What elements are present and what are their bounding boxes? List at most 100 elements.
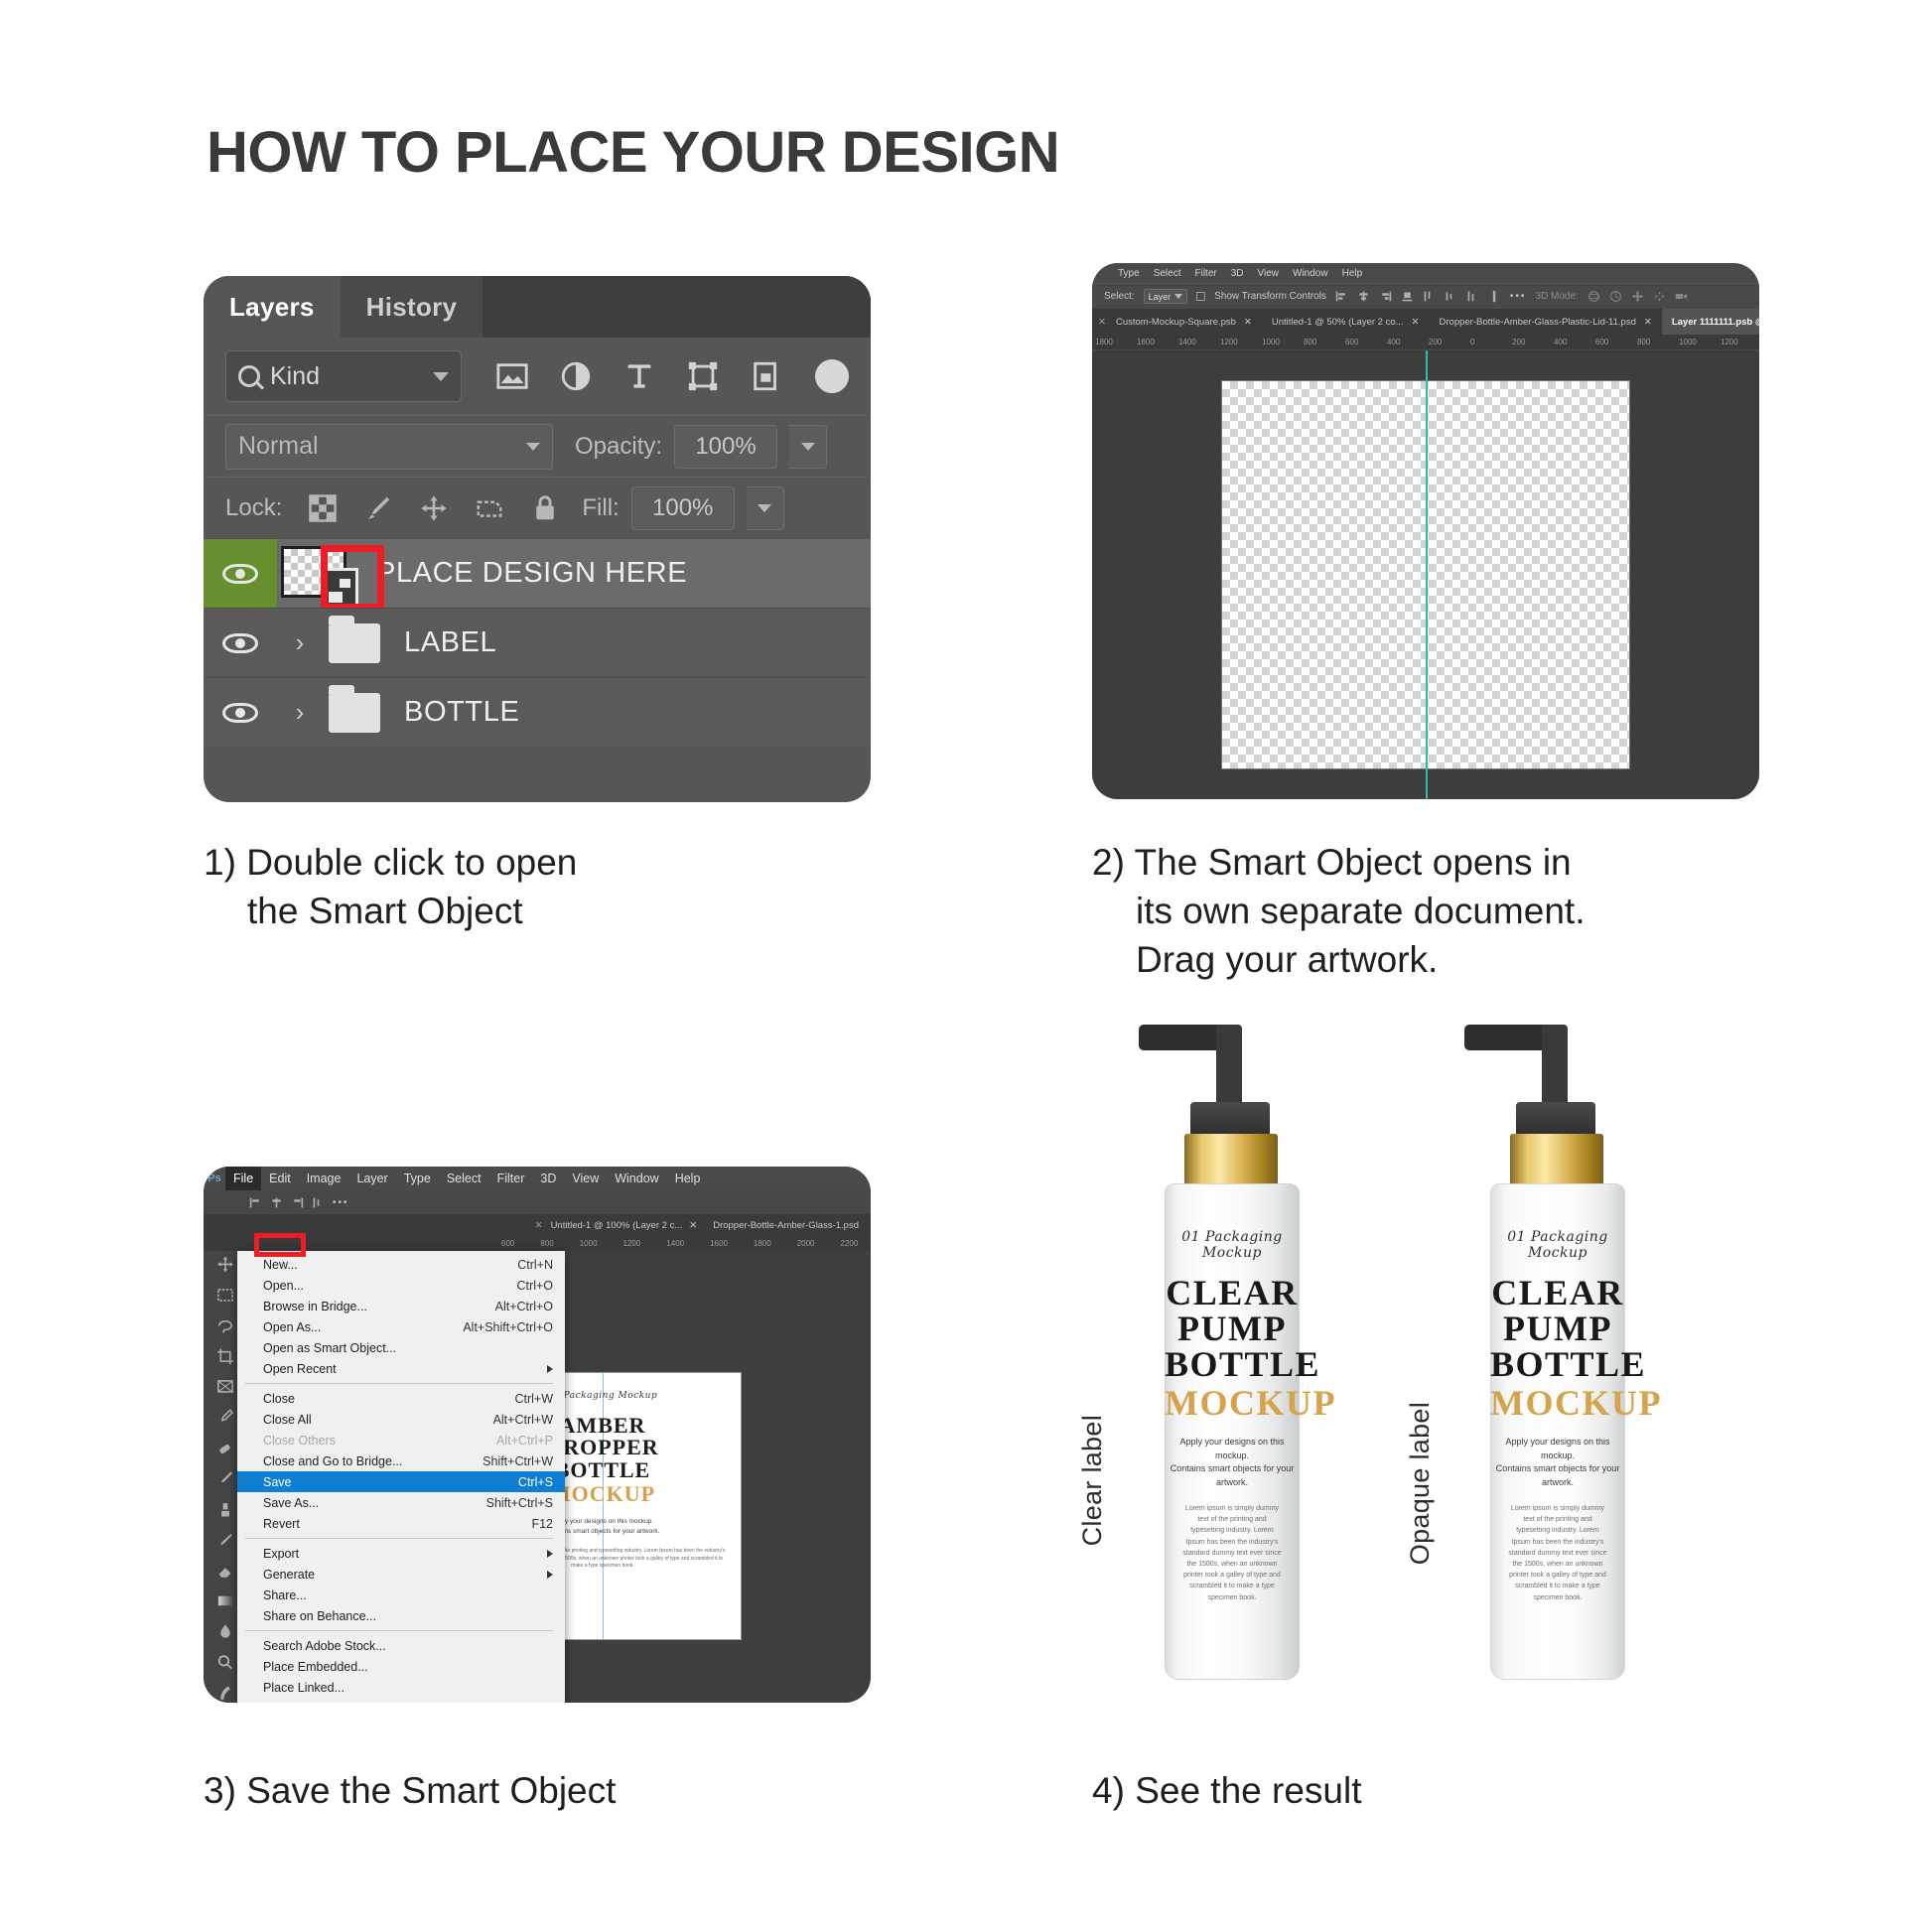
close-icon[interactable]: ✕ [1412,317,1420,328]
document-tab-dropper-bottle[interactable]: Dropper-Bottle-Amber-Glass-Plastic-Lid-1… [1430,309,1662,335]
menu-option-save-as[interactable]: Save As... Shift+Ctrl+S [237,1492,565,1513]
menu-option-revert[interactable]: Revert F12 [237,1513,565,1534]
align-left-icon[interactable] [249,1196,262,1209]
menu-option-share-on-behance[interactable]: Share on Behance... [237,1605,565,1626]
pen-tool-icon[interactable] [215,1684,235,1703]
3d-camera-icon[interactable] [1675,290,1688,303]
table-row[interactable]: PLACE DESIGN HERE [204,538,871,612]
menu-option-save[interactable]: Save Ctrl+S [237,1471,565,1492]
lock-transparent-pixels-icon[interactable] [308,493,338,523]
menu-item-window[interactable]: Window [607,1167,666,1190]
distribute-bottom-icon[interactable] [1466,290,1479,303]
menu-item-help[interactable]: Help [1342,268,1363,279]
menu-item-type[interactable]: Type [1118,268,1140,279]
more-options-icon[interactable]: ••• [333,1197,349,1208]
menu-option-open-as-smart-object[interactable]: Open as Smart Object... [237,1337,565,1358]
smartobject-filter-icon[interactable] [750,359,783,393]
menu-option-search-adobe-stock[interactable]: Search Adobe Stock... [237,1635,565,1656]
shape-filter-icon[interactable] [686,359,720,393]
opacity-value[interactable]: 100% [674,424,778,469]
menu-option-open-as[interactable]: Open As... Alt+Shift+Ctrl+O [237,1316,565,1337]
move-tool-icon[interactable] [215,1255,235,1274]
close-icon[interactable]: ✕ [1644,317,1652,328]
menu-option-place-embedded[interactable]: Place Embedded... [237,1656,565,1677]
menu-item-3d[interactable]: 3D [532,1167,564,1190]
kind-filter-dropdown[interactable]: Kind [225,350,462,402]
align-center-icon[interactable] [270,1196,283,1209]
menu-item-layer[interactable]: Layer [348,1167,395,1190]
align-left-icon[interactable] [1335,290,1348,303]
menu-option-new[interactable]: New... Ctrl+N [237,1254,565,1275]
layer-visibility-toggle[interactable] [204,609,277,677]
fill-value[interactable]: 100% [630,485,735,530]
lock-image-pixels-icon[interactable] [363,493,393,523]
menu-option-open[interactable]: Open... Ctrl+O [237,1275,565,1296]
lasso-tool-icon[interactable] [215,1316,235,1335]
menu-item-help[interactable]: Help [667,1167,709,1190]
layer-thumbnail[interactable] [281,545,358,612]
lock-position-icon[interactable] [419,493,449,523]
menu-item-select[interactable]: Select [439,1167,489,1190]
menu-item-edit[interactable]: Edit [261,1167,299,1190]
menu-item-type[interactable]: Type [396,1167,439,1190]
distribute-vertical-icon[interactable] [1488,290,1501,303]
close-icon[interactable]: ✕ [1244,317,1252,328]
menu-item-filter[interactable]: Filter [1194,268,1216,279]
menu-option-place-linked[interactable]: Place Linked... [237,1677,565,1698]
3d-pan-icon[interactable] [1631,290,1644,303]
document-tab-untitled-1[interactable]: Untitled-1 @ 50% (Layer 2 co... ✕ [1262,309,1430,335]
menu-item-select[interactable]: Select [1154,268,1181,279]
document-tab-dropper-bottle[interactable]: Dropper-Bottle-Amber-Glass-1.psd [705,1220,867,1231]
distribute-icon[interactable] [312,1196,325,1209]
menu-option-browse-in-bridge[interactable]: Browse in Bridge... Alt+Ctrl+O [237,1296,565,1316]
group-expand-chevron-icon[interactable]: › [277,697,323,728]
align-right-icon[interactable] [291,1196,304,1209]
history-brush-tool-icon[interactable] [215,1531,235,1550]
opacity-stepper[interactable] [789,424,828,469]
menu-option-open-recent[interactable]: Open Recent [237,1358,565,1379]
lock-artboard-icon[interactable] [475,493,504,523]
document-tab-custom-mockup[interactable]: Custom-Mockup-Square.psb ✕ [1106,309,1262,335]
image-filter-icon[interactable] [495,359,529,393]
brush-tool-icon[interactable] [215,1469,235,1488]
blend-mode-dropdown[interactable]: Normal [225,423,553,470]
menu-option-close[interactable]: Close Ctrl+W [237,1388,565,1409]
table-row[interactable]: › BOTTLE [204,677,871,747]
horizontal-ruler[interactable]: 1800 1600 1400 1200 1000 800 600 400 200… [1092,335,1759,350]
distribute-top-icon[interactable] [1423,290,1436,303]
close-icon[interactable]: ✕ [535,1220,543,1231]
menu-item-view[interactable]: View [564,1167,607,1190]
show-transform-controls-checkbox[interactable] [1196,292,1206,301]
dodge-tool-icon[interactable] [215,1653,235,1672]
blur-tool-icon[interactable] [215,1622,235,1641]
select-target-dropdown[interactable]: Layer [1143,289,1188,304]
type-filter-icon[interactable] [622,359,656,393]
menu-option-generate[interactable]: Generate [237,1564,565,1585]
3d-orbit-icon[interactable] [1587,290,1600,303]
tab-layers[interactable]: Layers [204,276,341,338]
clone-stamp-tool-icon[interactable] [215,1500,235,1519]
distribute-center-icon[interactable] [1445,290,1457,303]
align-right-icon[interactable] [1379,290,1392,303]
group-expand-chevron-icon[interactable]: › [277,627,323,658]
menu-option-share[interactable]: Share... [237,1585,565,1605]
canvas-area[interactable] [1092,350,1759,799]
marquee-tool-icon[interactable] [215,1286,235,1305]
more-options-icon[interactable]: ••• [1510,291,1527,302]
menu-option-close-all[interactable]: Close All Alt+Ctrl+W [237,1409,565,1430]
adjustment-filter-icon[interactable] [559,359,593,393]
eyedropper-tool-icon[interactable] [215,1408,235,1427]
menu-option-export[interactable]: Export [237,1543,565,1564]
menu-option-close-and-go-to-bridge[interactable]: Close and Go to Bridge... Shift+Ctrl+W [237,1450,565,1471]
close-icon[interactable]: ✕ [689,1220,697,1231]
close-icon[interactable]: ✕ [1092,317,1106,328]
document-tab-layer-psb[interactable]: Layer 1111111.psb @ 25% (Background Colo… [1661,309,1759,335]
filter-toggle-switch[interactable] [815,359,849,393]
align-bottom-icon[interactable] [1401,290,1414,303]
menu-item-image[interactable]: Image [299,1167,349,1190]
3d-slide-icon[interactable] [1653,290,1666,303]
healing-brush-tool-icon[interactable] [215,1439,235,1457]
layer-visibility-toggle[interactable] [204,678,277,747]
align-center-horizontal-icon[interactable] [1357,290,1370,303]
menu-item-3d[interactable]: 3D [1231,268,1244,279]
